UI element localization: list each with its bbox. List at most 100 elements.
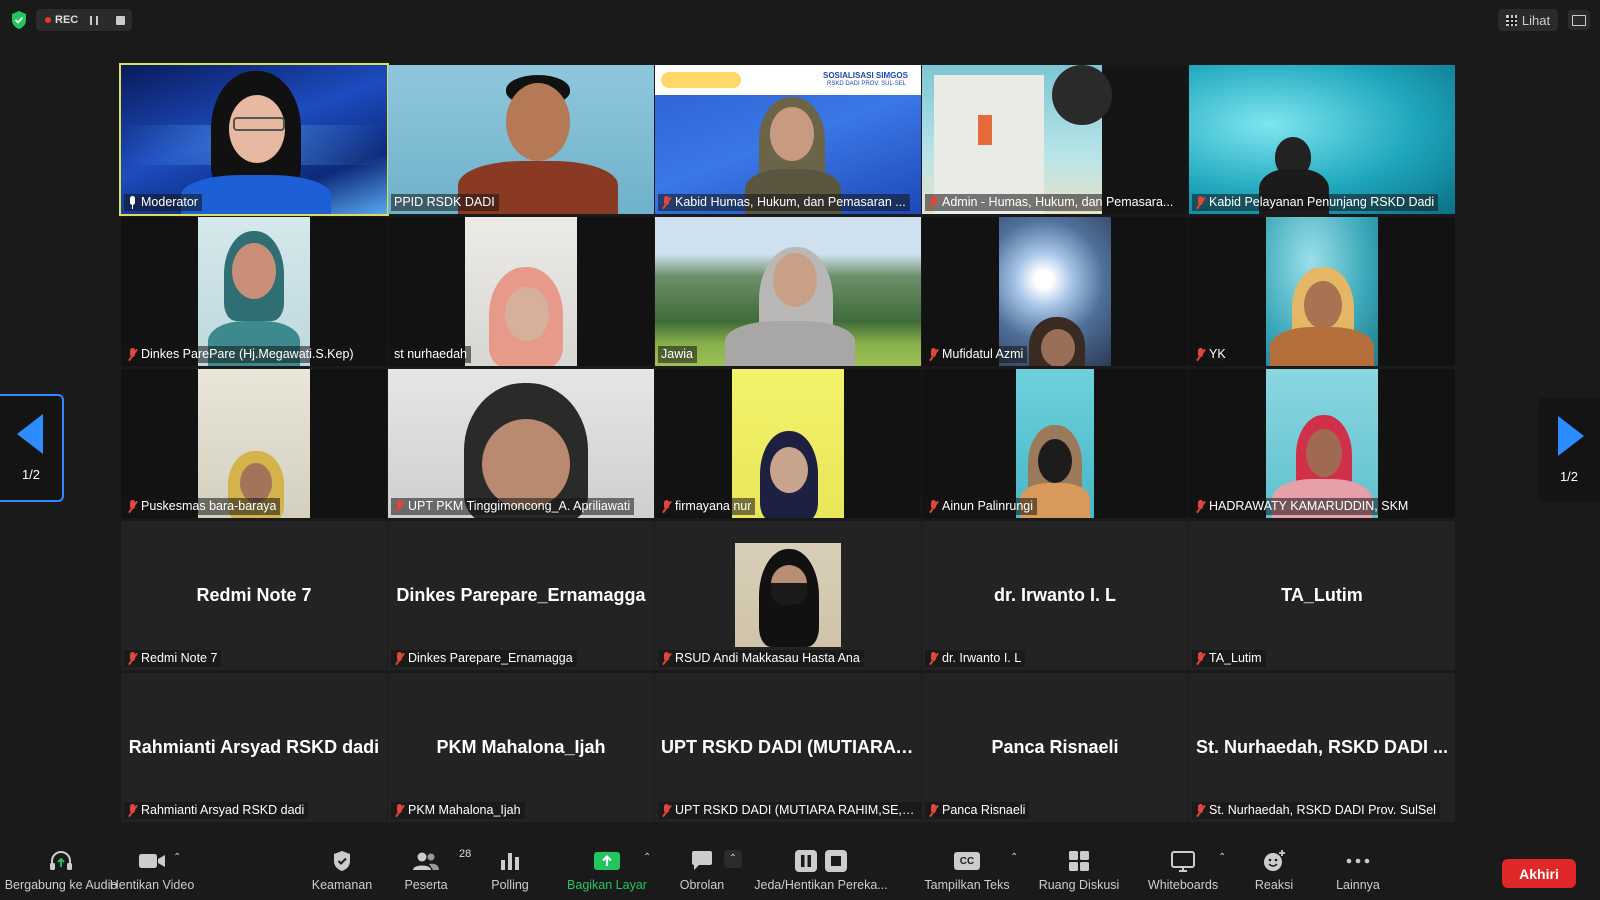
participant-name-label: Jawia xyxy=(658,346,697,363)
participant-name-label: st nurhaedah xyxy=(391,346,471,363)
participant-name-display: Panca Risnaeli xyxy=(991,737,1119,757)
participants-icon xyxy=(413,852,439,870)
participant-tile[interactable]: YK xyxy=(1189,217,1455,366)
muted-microphone-icon xyxy=(928,803,939,817)
participant-video xyxy=(198,217,310,366)
stop-video-button[interactable]: Hentikan Video xyxy=(104,846,200,900)
stop-icon xyxy=(825,850,847,872)
muted-microphone-icon xyxy=(928,651,939,665)
participant-tile[interactable]: SOSIALISASI SIMGOS RSKD DADI PROV. SUL-S… xyxy=(655,65,921,214)
participant-tile[interactable]: Jawia xyxy=(655,217,921,366)
participants-button[interactable]: 28 Peserta xyxy=(384,846,471,900)
participant-name-label: Ainun Palinrungi xyxy=(925,498,1038,515)
more-button[interactable]: Lainnya xyxy=(1316,846,1400,900)
microphone-icon xyxy=(127,195,138,209)
muted-microphone-icon xyxy=(928,499,939,513)
page-indicator: 1/2 xyxy=(1559,469,1579,484)
participant-tile[interactable]: UPT RSKD DADI (MUTIARA ... UPT RSKD DADI… xyxy=(655,673,921,822)
more-dots-icon xyxy=(1346,858,1370,864)
participant-video xyxy=(732,369,844,518)
muted-microphone-icon xyxy=(1195,347,1206,361)
fullscreen-button[interactable] xyxy=(1568,10,1590,30)
participant-name-label: YK xyxy=(1192,346,1230,363)
next-page-button[interactable]: 1/2 xyxy=(1538,398,1600,502)
meeting-top-bar: REC Lihat xyxy=(0,0,1600,40)
participant-name-label: RSUD Andi Makkasau Hasta Ana xyxy=(658,650,864,667)
video-camera-icon xyxy=(139,854,165,868)
participant-name-label: PKM Mahalona_Ijah xyxy=(391,802,525,819)
participant-name-label: Rahmianti Arsyad RSKD dadi xyxy=(124,802,309,819)
participant-video xyxy=(735,543,841,647)
participant-name-label: Moderator xyxy=(124,194,202,211)
arrow-left-icon xyxy=(17,414,43,454)
share-screen-icon xyxy=(594,852,620,870)
muted-microphone-icon xyxy=(1195,195,1206,209)
participant-name-label: Mufidatul Azmi xyxy=(925,346,1028,363)
slide-title: SOSIALISASI SIMGOS xyxy=(823,71,908,80)
participant-video xyxy=(465,217,577,366)
participant-tile[interactable]: firmayana nur xyxy=(655,369,921,518)
participant-tile[interactable]: Mufidatul Azmi xyxy=(922,217,1188,366)
participant-tile[interactable]: Moderator xyxy=(119,63,389,216)
participant-tile[interactable]: RSUD Andi Makkasau Hasta Ana xyxy=(655,521,921,670)
video-options-caret-icon[interactable]: ⌃ xyxy=(173,852,181,863)
view-button[interactable]: Lihat xyxy=(1498,9,1558,31)
participant-name-display: Redmi Note 7 xyxy=(196,585,312,605)
pause-recording-icon[interactable] xyxy=(90,15,99,25)
muted-microphone-icon xyxy=(1195,651,1206,665)
participant-name-label: UPT PKM Tinggimoncong_A. Apriliawati xyxy=(391,498,635,515)
whiteboards-options-caret-icon[interactable]: ⌃ xyxy=(1218,852,1226,863)
participant-tile[interactable]: UPT PKM Tinggimoncong_A. Apriliawati xyxy=(388,369,654,518)
participant-video xyxy=(121,65,387,214)
polling-button[interactable]: Polling xyxy=(468,846,552,900)
participant-tile[interactable]: st nurhaedah xyxy=(388,217,654,366)
participant-tile[interactable]: Panca Risnaeli Panca Risnaeli xyxy=(922,673,1188,822)
recording-label: REC xyxy=(55,14,79,26)
participant-video xyxy=(388,65,654,214)
breakout-rooms-button[interactable]: Ruang Diskusi xyxy=(1024,846,1134,900)
participant-name-label: Redmi Note 7 xyxy=(124,650,222,667)
participant-tile[interactable]: TA_Lutim TA_Lutim xyxy=(1189,521,1455,670)
muted-microphone-icon xyxy=(394,651,405,665)
grid-icon xyxy=(1505,14,1517,26)
stop-recording-icon[interactable] xyxy=(116,15,126,25)
chat-options-caret-icon[interactable]: ⌃ xyxy=(724,850,742,868)
security-button[interactable]: Keamanan xyxy=(300,846,384,900)
participant-name-label: St. Nurhaedah, RSKD DADI Prov. SulSel xyxy=(1192,802,1440,819)
participant-tile[interactable]: dr. Irwanto I. L dr. Irwanto I. L xyxy=(922,521,1188,670)
muted-microphone-icon xyxy=(127,499,138,513)
encryption-shield-icon[interactable] xyxy=(10,10,28,30)
participant-video xyxy=(388,369,654,518)
end-meeting-button[interactable]: Akhiri xyxy=(1502,859,1576,888)
show-captions-button[interactable]: CC Tampilkan Teks xyxy=(912,846,1022,900)
join-audio-button[interactable]: Bergabung ke Audio xyxy=(5,846,117,900)
participant-tile[interactable]: HADRAWATY KAMARUDDIN, SKM xyxy=(1189,369,1455,518)
participant-tile[interactable]: PPID RSDK DADI xyxy=(388,65,654,214)
participant-tile[interactable]: Admin - Humas, Hukum, dan Pemasara... xyxy=(922,65,1188,214)
reactions-button[interactable]: Reaksi xyxy=(1232,846,1316,900)
participant-name-display: Dinkes Parepare_Ernamagga xyxy=(396,585,646,605)
previous-page-button[interactable]: 1/2 xyxy=(0,394,64,502)
participant-tile[interactable]: PKM Mahalona_Ijah PKM Mahalona_Ijah xyxy=(388,673,654,822)
participant-tile[interactable]: Dinkes Parepare_Ernamagga Dinkes Parepar… xyxy=(388,521,654,670)
view-label: Lihat xyxy=(1521,12,1551,28)
participant-name-label: Panca Risnaeli xyxy=(925,802,1030,819)
participant-name-label: dr. Irwanto I. L xyxy=(925,650,1026,667)
participant-tile[interactable]: Puskesmas bara-baraya xyxy=(121,369,387,518)
participant-tile[interactable]: Dinkes ParePare (Hj.Megawati.S.Kep) xyxy=(121,217,387,366)
participant-tile[interactable]: Ainun Palinrungi xyxy=(922,369,1188,518)
pause-stop-recording-button[interactable]: Jeda/Hentikan Pereka... xyxy=(746,846,896,900)
captions-options-caret-icon[interactable]: ⌃ xyxy=(1010,852,1018,863)
participant-name-label: Dinkes ParePare (Hj.Megawati.S.Kep) xyxy=(124,346,358,363)
participant-tile[interactable]: St. Nurhaedah, RSKD DADI ... St. Nurhaed… xyxy=(1189,673,1455,822)
participant-tile[interactable]: Redmi Note 7 Redmi Note 7 xyxy=(121,521,387,670)
participant-tile[interactable]: Rahmianti Arsyad RSKD dadi Rahmianti Ars… xyxy=(121,673,387,822)
participant-tile[interactable]: Kabid Pelayanan Penunjang RSKD Dadi xyxy=(1189,65,1455,214)
muted-microphone-icon xyxy=(1195,803,1206,817)
whiteboard-icon xyxy=(1171,851,1195,872)
participant-video xyxy=(1266,217,1378,366)
participant-name-label: PPID RSDK DADI xyxy=(391,194,499,211)
bar-chart-icon xyxy=(501,853,519,870)
share-options-caret-icon[interactable]: ⌃ xyxy=(643,852,651,863)
participant-name-label: Puskesmas bara-baraya xyxy=(124,498,281,515)
